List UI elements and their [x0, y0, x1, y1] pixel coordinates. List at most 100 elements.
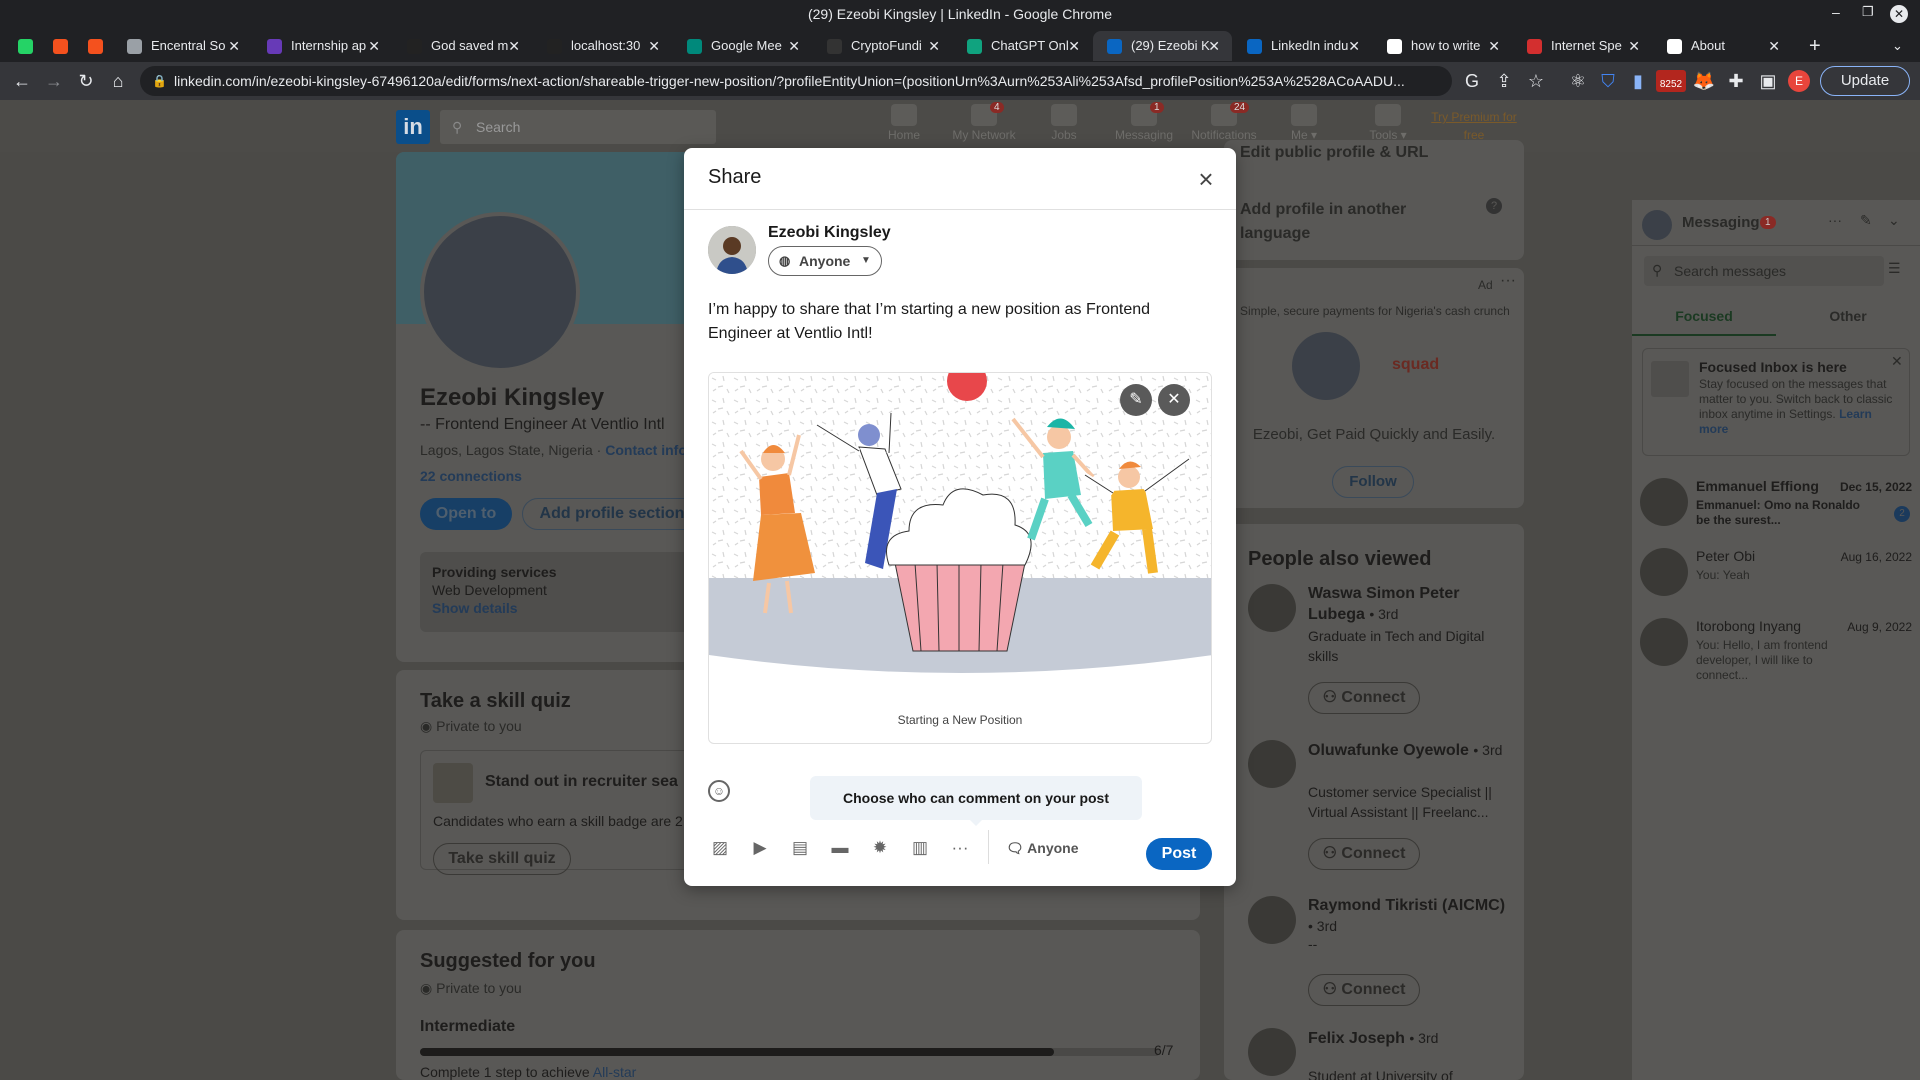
celebrate-icon[interactable]: ✹ [868, 836, 892, 860]
edit-pencil-icon[interactable]: ✎ [1120, 384, 1152, 416]
browser-tab[interactable]: Internship ap ✕ [253, 31, 392, 61]
add-language-link[interactable]: Add profile in another language [1240, 198, 1460, 246]
browser-tab[interactable]: CryptoFundi ✕ [813, 31, 952, 61]
messaging-more-icon[interactable]: ··· [1828, 212, 1842, 228]
reload-icon[interactable]: ↻ [74, 69, 98, 93]
pinned-tab[interactable] [43, 31, 77, 61]
update-button[interactable]: Update [1820, 66, 1910, 96]
video-icon[interactable]: ▶ [748, 836, 772, 860]
document-icon[interactable]: ▤ [788, 836, 812, 860]
add-profile-section-button[interactable]: Add profile section [522, 498, 702, 530]
extension-badge[interactable]: 8252 [1656, 70, 1686, 92]
nav-item[interactable]: Tools ▾ [1348, 104, 1428, 142]
messaging-header[interactable]: Messaging 1 ··· ✎ ⌄ [1632, 200, 1920, 246]
take-skill-quiz-button[interactable]: Take skill quiz [433, 843, 571, 875]
pinned-tab[interactable] [78, 31, 112, 61]
share-icon[interactable]: ⇪ [1492, 69, 1516, 93]
chevron-down-icon[interactable]: ⌄ [1888, 212, 1900, 229]
close-icon[interactable]: × [1192, 166, 1220, 194]
premium-link[interactable]: Try Premium for free [1426, 108, 1522, 144]
tab-close-icon[interactable]: ✕ [1488, 31, 1500, 61]
more-options-icon[interactable]: ··· [948, 836, 972, 860]
browser-tab[interactable]: localhost:30 ✕ [533, 31, 672, 61]
tab-search-icon[interactable]: ⌄ [1886, 31, 1914, 61]
tab-close-icon[interactable]: ✕ [228, 31, 240, 61]
compose-icon[interactable]: ✎ [1860, 212, 1872, 229]
browser-tab[interactable]: Google Mee ✕ [673, 31, 812, 61]
tab-other[interactable]: Other [1776, 296, 1920, 336]
nav-item[interactable]: Notifications 24 [1184, 102, 1264, 142]
help-icon[interactable]: ? [1486, 198, 1502, 214]
visibility-dropdown[interactable]: ◍ Anyone ▼ [768, 246, 882, 276]
linkedin-logo[interactable]: in [396, 110, 430, 144]
nav-item[interactable]: My Network 4 [944, 102, 1024, 142]
post-button[interactable]: Post [1146, 838, 1212, 870]
browser-tab[interactable]: ChatGPT Onl ✕ [953, 31, 1092, 61]
browser-tab[interactable]: Encentral So ✕ [113, 31, 252, 61]
extension-doc-icon[interactable]: ▮ [1626, 69, 1650, 93]
new-tab-icon[interactable]: + [1801, 31, 1831, 61]
tab-close-icon[interactable]: ✕ [648, 31, 660, 61]
google-icon[interactable]: G [1460, 69, 1484, 93]
tab-close-icon[interactable]: ✕ [368, 31, 380, 61]
profile-avatar[interactable]: E [1788, 70, 1810, 92]
photo-icon[interactable]: ▨ [708, 836, 732, 860]
back-icon[interactable]: ← [10, 69, 34, 93]
open-to-button[interactable]: Open to [420, 498, 512, 530]
tab-close-icon[interactable]: ✕ [1068, 31, 1080, 61]
browser-tab[interactable]: About ✕ [1653, 31, 1792, 61]
extension-shield-icon[interactable]: ⛉ [1596, 69, 1620, 93]
allstar-link[interactable]: All-star [593, 1064, 637, 1080]
profile-photo[interactable] [420, 212, 580, 372]
browser-tab[interactable]: LinkedIn indu ✕ [1233, 31, 1372, 61]
browser-tab[interactable]: how to write ✕ [1373, 31, 1512, 61]
nav-item[interactable]: Me ▾ [1264, 104, 1344, 142]
connect-button[interactable]: ⚇ Connect [1308, 838, 1420, 870]
browser-tab[interactable]: Internet Spe ✕ [1513, 31, 1652, 61]
connect-button[interactable]: ⚇ Connect [1308, 682, 1420, 714]
nav-item[interactable]: Jobs [1024, 104, 1104, 142]
tab-close-icon[interactable]: ✕ [788, 31, 800, 61]
tab-close-icon[interactable]: ✕ [1348, 31, 1360, 61]
pinned-tab[interactable] [8, 31, 42, 61]
ad-more-icon[interactable]: ··· [1500, 272, 1516, 290]
tab-close-icon[interactable]: ✕ [1208, 31, 1220, 61]
browser-tab[interactable]: (29) Ezeobi K ✕ [1093, 31, 1232, 61]
tab-close-icon[interactable]: ✕ [928, 31, 940, 61]
extension-react-icon[interactable]: ⚛ [1566, 69, 1590, 93]
message-thread[interactable]: Itorobong Inyang Aug 9, 2022 You: Hello, I… [1632, 610, 1920, 682]
extensions-puzzle-icon[interactable]: ✚ [1724, 69, 1748, 93]
filter-icon[interactable]: ☰ [1888, 260, 1901, 277]
minimize-icon[interactable]: – [1832, 4, 1840, 20]
tab-close-icon[interactable]: ✕ [508, 31, 520, 61]
edit-public-profile[interactable]: Edit public profile & URL [1240, 144, 1428, 162]
show-details-link[interactable]: Show details [432, 600, 518, 616]
nav-item[interactable]: Home [864, 104, 944, 142]
message-thread[interactable]: Emmanuel Effiong Dec 15, 2022 Emmanuel: Om… [1632, 470, 1920, 540]
close-window-icon[interactable]: ✕ [1890, 5, 1908, 23]
tab-close-icon[interactable]: ✕ [1628, 31, 1640, 61]
nav-item[interactable]: Messaging 1 [1104, 102, 1184, 142]
browser-tab[interactable]: God saved m ✕ [393, 31, 532, 61]
global-search-input[interactable]: ⚲ Search [440, 110, 716, 144]
comment-control-button[interactable]: 🗨 Anyone [1006, 836, 1079, 860]
connections-link[interactable]: 22 connections [420, 468, 522, 484]
connect-button[interactable]: ⚇ Connect [1308, 974, 1420, 1006]
poll-icon[interactable]: ▥ [908, 836, 932, 860]
emoji-icon[interactable]: ☺ [708, 780, 730, 802]
job-briefcase-icon[interactable]: ▬ [828, 836, 852, 860]
restore-icon[interactable]: ❐ [1862, 4, 1874, 20]
tab-close-icon[interactable]: ✕ [1768, 31, 1780, 61]
home-icon[interactable]: ⌂ [106, 69, 130, 93]
tab-focused[interactable]: Focused [1632, 296, 1776, 336]
metamask-icon[interactable]: 🦊 [1692, 69, 1716, 93]
messaging-search-input[interactable]: ⚲ Search messages [1644, 256, 1884, 286]
side-panel-icon[interactable]: ▣ [1756, 69, 1780, 93]
post-text-editor[interactable]: I’m happy to share that I’m starting a n… [708, 298, 1208, 346]
close-icon[interactable]: ✕ [1891, 353, 1903, 370]
message-thread[interactable]: Peter Obi Aug 16, 2022 You: Yeah [1632, 540, 1920, 610]
forward-icon[interactable]: → [42, 69, 66, 93]
remove-media-icon[interactable]: ✕ [1158, 384, 1190, 416]
address-bar[interactable]: 🔒 linkedin.com/in/ezeobi-kingsley-674961… [140, 66, 1452, 96]
contact-info-link[interactable]: Contact info [605, 442, 687, 458]
